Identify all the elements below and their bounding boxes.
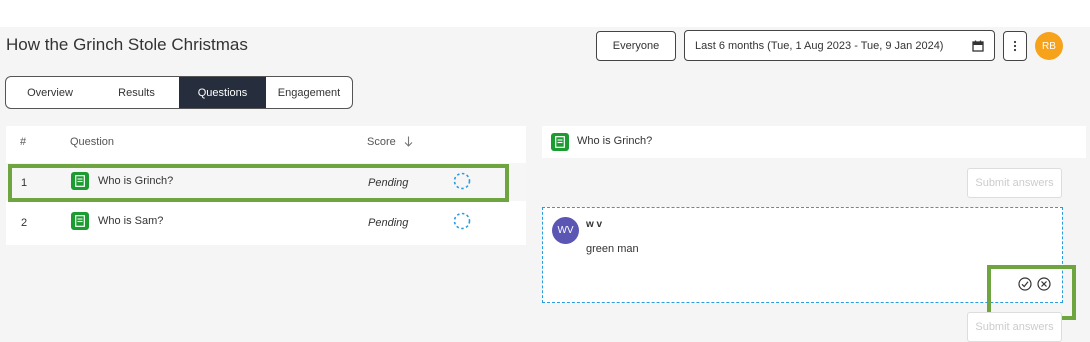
tab-overview[interactable]: Overview bbox=[6, 77, 94, 108]
tab-bar: Overview Results Questions Engagement bbox=[5, 76, 353, 109]
tab-results[interactable]: Results bbox=[94, 77, 179, 108]
selected-question-header: Who is Grinch? bbox=[542, 126, 1086, 158]
date-range-picker[interactable]: Last 6 months (Tue, 1 Aug 2023 - Tue, 9 … bbox=[684, 30, 995, 61]
row-number: 2 bbox=[21, 217, 28, 229]
column-question: Question bbox=[70, 136, 115, 148]
document-icon bbox=[551, 133, 569, 151]
tab-engagement[interactable]: Engagement bbox=[266, 77, 352, 108]
highlight-box bbox=[8, 164, 509, 202]
selected-question-title: Who is Grinch? bbox=[577, 135, 653, 147]
audience-label: Everyone bbox=[612, 40, 660, 52]
document-icon bbox=[71, 212, 89, 230]
user-avatar[interactable]: RB bbox=[1035, 32, 1063, 60]
arrow-down-icon[interactable] bbox=[404, 136, 413, 147]
calendar-icon bbox=[972, 40, 984, 52]
top-bar bbox=[0, 0, 1090, 27]
avatar: WV bbox=[552, 217, 579, 244]
audience-filter-button[interactable]: Everyone bbox=[596, 31, 676, 61]
pending-spinner-icon bbox=[453, 212, 471, 230]
question-text[interactable]: Who is Sam? bbox=[98, 215, 163, 227]
page-title: How the Grinch Stole Christmas bbox=[6, 35, 248, 54]
date-range-label: Last 6 months (Tue, 1 Aug 2023 - Tue, 9 … bbox=[695, 39, 944, 52]
more-options-button[interactable] bbox=[1003, 31, 1027, 61]
column-score[interactable]: Score bbox=[367, 136, 396, 148]
answer-text: green man bbox=[586, 243, 639, 255]
table-row[interactable]: 2 Who is Sam? Pending bbox=[6, 203, 526, 241]
more-vertical-icon bbox=[1013, 40, 1017, 52]
submit-answers-button[interactable]: Submit answers bbox=[967, 168, 1062, 198]
column-number: # bbox=[20, 136, 27, 148]
score-status: Pending bbox=[368, 217, 409, 229]
answer-user: w v bbox=[586, 219, 603, 230]
tab-questions[interactable]: Questions bbox=[179, 77, 266, 108]
table-header: # Question Score bbox=[6, 126, 526, 158]
answer-card: WV w v green man bbox=[542, 207, 1063, 303]
